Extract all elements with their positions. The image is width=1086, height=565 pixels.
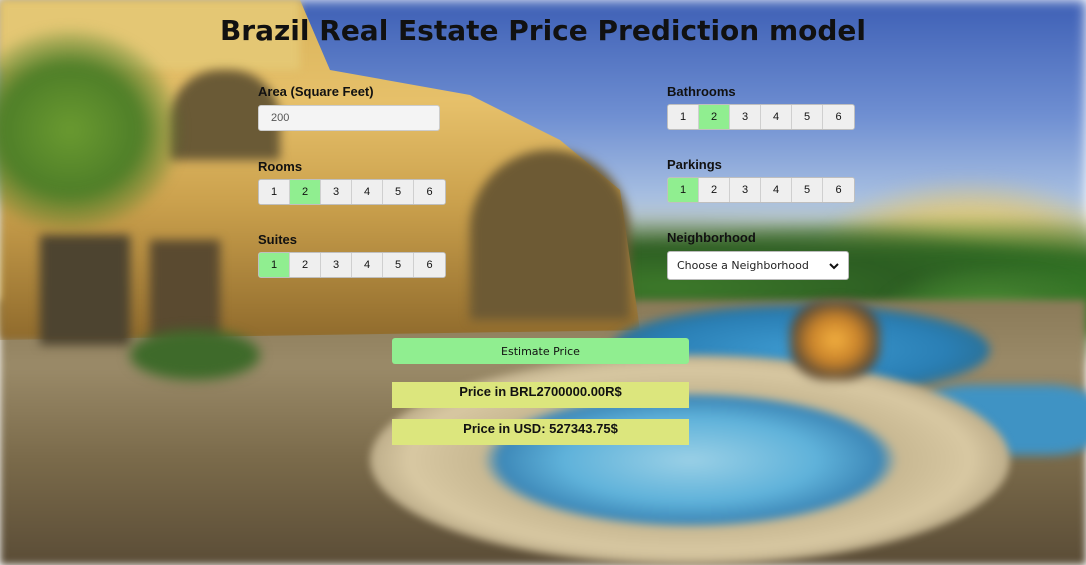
background-image	[0, 0, 1086, 565]
parkings-selector: 123456	[667, 177, 855, 203]
suites-option[interactable]: 3	[321, 253, 352, 277]
rooms-label: Rooms	[258, 159, 303, 174]
rooms-selector: 123456	[258, 179, 446, 205]
suites-option[interactable]: 2	[290, 253, 321, 277]
neighborhood-label: Neighborhood	[667, 230, 756, 245]
page-title: Brazil Real Estate Price Prediction mode…	[219, 14, 867, 47]
suites-option[interactable]: 1	[259, 253, 290, 277]
suites-option[interactable]: 4	[352, 253, 383, 277]
bathrooms-option[interactable]: 4	[761, 105, 792, 129]
parkings-option[interactable]: 1	[668, 178, 699, 202]
parkings-option[interactable]: 4	[761, 178, 792, 202]
parkings-option[interactable]: 6	[823, 178, 854, 202]
suites-label: Suites	[258, 232, 298, 247]
bathrooms-selector: 123456	[667, 104, 855, 130]
rooms-option[interactable]: 3	[321, 180, 352, 204]
parkings-option[interactable]: 5	[792, 178, 823, 202]
price-usd-result: Price in USD: 527343.75$	[392, 419, 689, 445]
suites-option[interactable]: 6	[414, 253, 445, 277]
price-brl-result: Price in BRL2700000.00R$	[392, 382, 689, 408]
parkings-label: Parkings	[667, 157, 722, 172]
chevron-down-icon	[829, 262, 839, 269]
area-input[interactable]	[258, 105, 440, 131]
area-label: Area (Square Feet)	[258, 84, 374, 99]
bathrooms-option[interactable]: 6	[823, 105, 854, 129]
bathrooms-option[interactable]: 3	[730, 105, 761, 129]
bathrooms-option[interactable]: 2	[699, 105, 730, 129]
rooms-option[interactable]: 2	[290, 180, 321, 204]
rooms-option[interactable]: 4	[352, 180, 383, 204]
estimate-price-button[interactable]: Estimate Price	[392, 338, 689, 364]
parkings-option[interactable]: 3	[730, 178, 761, 202]
rooms-option[interactable]: 6	[414, 180, 445, 204]
neighborhood-select[interactable]: Choose a Neighborhood	[667, 251, 849, 280]
bathrooms-option[interactable]: 1	[668, 105, 699, 129]
rooms-option[interactable]: 5	[383, 180, 414, 204]
parkings-option[interactable]: 2	[699, 178, 730, 202]
bathrooms-option[interactable]: 5	[792, 105, 823, 129]
suites-selector: 123456	[258, 252, 446, 278]
bathrooms-label: Bathrooms	[667, 84, 736, 99]
neighborhood-select-value: Choose a Neighborhood	[677, 259, 809, 272]
rooms-option[interactable]: 1	[259, 180, 290, 204]
suites-option[interactable]: 5	[383, 253, 414, 277]
